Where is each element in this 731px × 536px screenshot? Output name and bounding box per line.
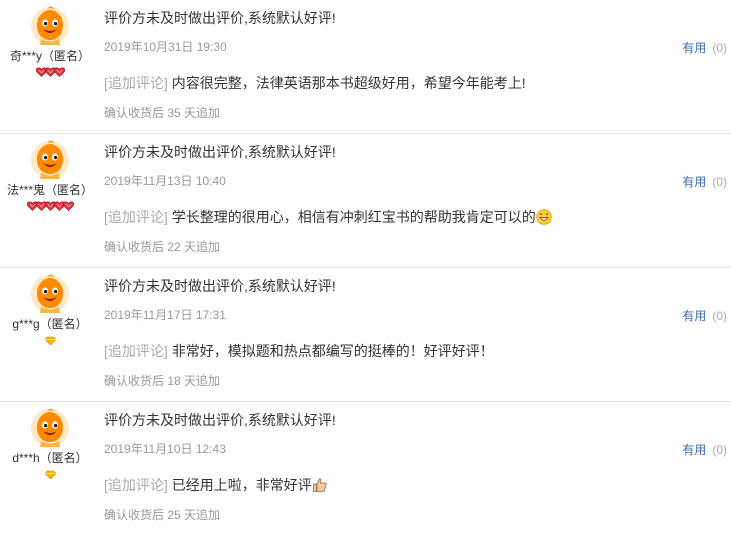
useful-vote: 有用 (0)	[682, 307, 727, 324]
review-item: 奇***y（匿名） 评价方未及时做出评价,系统默认好评! 2019年10月31日…	[0, 0, 731, 134]
append-time-note: 确认收货后 25 天追加	[104, 508, 221, 522]
additional-review-text: 非常好，模拟题和热点都编写的挺棒的！好评好评！	[171, 343, 494, 359]
additional-review: [追加评论] 已经用上啦，非常好评	[104, 476, 328, 494]
useful-button[interactable]: 有用	[682, 443, 706, 457]
review-body: 评价方未及时做出评价,系统默认好评! 2019年11月10日 12:43 有用 (…	[104, 402, 731, 536]
useful-count: (0)	[712, 443, 727, 457]
additional-review: [追加评论] 学长整理的很用心，相信有冲刺红宝书的帮助我肯定可以的	[104, 208, 552, 226]
additional-review-label: [追加评论]	[104, 209, 168, 225]
review-content: 评价方未及时做出评价,系统默认好评!	[104, 144, 336, 160]
review-body: 评价方未及时做出评价,系统默认好评! 2019年11月17日 17:31 有用 (…	[104, 268, 731, 402]
avatar-icon[interactable]	[30, 140, 70, 180]
additional-review-text: 已经用上啦，非常好评	[171, 477, 312, 493]
review-body: 评价方未及时做出评价,系统默认好评! 2019年10月31日 19:30 有用 (…	[104, 0, 731, 134]
review-item: 法***鬼（匿名） 评价方未及时做出评价,系统默认好评! 2019年11月13日…	[0, 134, 731, 268]
additional-review-label: [追加评论]	[104, 343, 168, 359]
reviewer-info: d***h（匿名）	[0, 408, 100, 481]
yellow-diamond-icon	[44, 336, 56, 346]
reviewer-name: g***g（匿名）	[12, 317, 88, 331]
useful-vote: 有用 (0)	[682, 441, 727, 458]
useful-button[interactable]: 有用	[682, 175, 706, 189]
reviewer-name: 奇***y（匿名）	[9, 49, 90, 63]
reviewer-name: 法***鬼（匿名）	[6, 183, 93, 197]
review-date: 2019年11月13日 10:40	[104, 174, 226, 188]
reviewer-info: 奇***y（匿名）	[0, 6, 100, 79]
useful-vote: 有用 (0)	[682, 39, 727, 56]
thumbs-up-emoji-icon	[312, 478, 327, 492]
additional-review-label: [追加评论]	[104, 75, 168, 91]
useful-count: (0)	[712, 309, 727, 323]
yellow-diamond-icon	[44, 470, 56, 480]
append-time-note: 确认收货后 22 天追加	[104, 240, 221, 254]
avatar-icon[interactable]	[30, 6, 70, 46]
review-content: 评价方未及时做出评价,系统默认好评!	[104, 278, 336, 294]
review-date: 2019年10月31日 19:30	[104, 40, 227, 54]
grinning-emoji-icon	[536, 209, 552, 225]
additional-review-text: 内容很完整，法律英语那本书超级好用，希望今年能考上!	[171, 75, 526, 91]
useful-button[interactable]: 有用	[682, 309, 706, 323]
reviewer-level	[0, 469, 100, 481]
review-date: 2019年11月10日 12:43	[104, 442, 226, 456]
reviewer-level	[0, 67, 100, 79]
review-item: g***g（匿名） 评价方未及时做出评价,系统默认好评! 2019年11月17日…	[0, 268, 731, 402]
review-date: 2019年11月17日 17:31	[104, 308, 226, 322]
review-item: d***h（匿名） 评价方未及时做出评价,系统默认好评! 2019年11月10日…	[0, 402, 731, 536]
append-time-note: 确认收货后 35 天追加	[104, 106, 221, 120]
additional-review-text: 学长整理的很用心，相信有冲刺红宝书的帮助我肯定可以的	[171, 209, 536, 225]
useful-vote: 有用 (0)	[682, 173, 727, 190]
useful-count: (0)	[712, 41, 727, 55]
additional-review: [追加评论] 非常好，模拟题和热点都编写的挺棒的！好评好评！	[104, 342, 494, 360]
additional-review-label: [追加评论]	[104, 477, 168, 493]
review-content: 评价方未及时做出评价,系统默认好评!	[104, 412, 336, 428]
useful-count: (0)	[712, 175, 727, 189]
reviewer-name: d***h（匿名）	[12, 451, 88, 465]
reviewer-level	[0, 335, 100, 347]
reviewer-level	[0, 201, 100, 213]
review-content: 评价方未及时做出评价,系统默认好评!	[104, 10, 336, 26]
avatar-icon[interactable]	[30, 408, 70, 448]
red-heart-diamond-icon	[53, 67, 65, 77]
avatar-icon[interactable]	[30, 274, 70, 314]
additional-review: [追加评论] 内容很完整，法律英语那本书超级好用，希望今年能考上!	[104, 74, 526, 92]
red-heart-diamond-icon	[62, 201, 74, 211]
reviewer-info: 法***鬼（匿名）	[0, 140, 100, 213]
reviewer-info: g***g（匿名）	[0, 274, 100, 347]
review-body: 评价方未及时做出评价,系统默认好评! 2019年11月13日 10:40 有用 (…	[104, 134, 731, 268]
useful-button[interactable]: 有用	[682, 41, 706, 55]
append-time-note: 确认收货后 18 天追加	[104, 374, 221, 388]
review-list: 奇***y（匿名） 评价方未及时做出评价,系统默认好评! 2019年10月31日…	[0, 0, 731, 536]
